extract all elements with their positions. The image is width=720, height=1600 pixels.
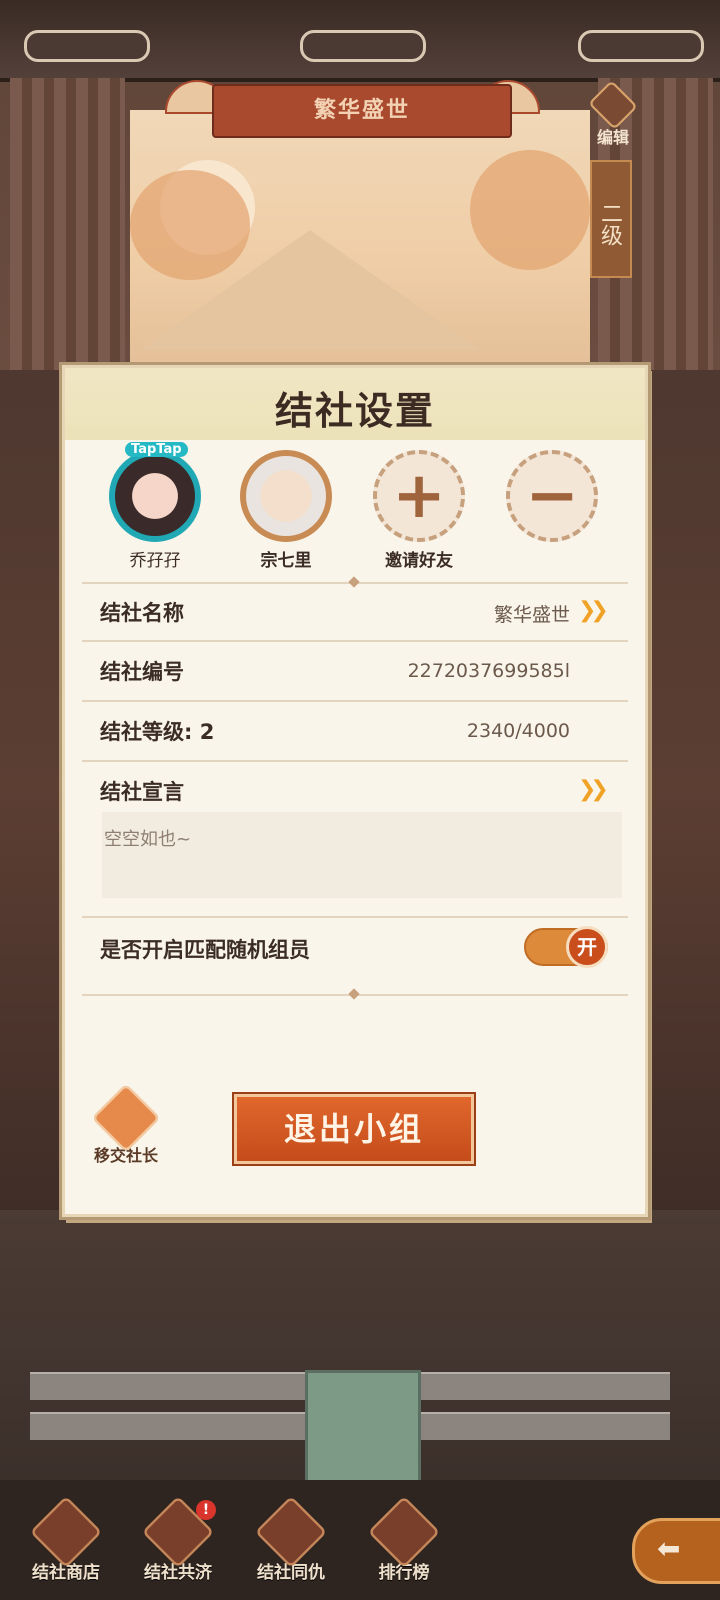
green-mat [305, 1370, 421, 1486]
quit-group-button[interactable]: 退出小组 [234, 1094, 474, 1164]
transfer-leader-button[interactable]: 移交社长 [88, 1083, 164, 1165]
left-pillar [10, 78, 125, 370]
back-button[interactable]: ⬅ [632, 1518, 720, 1584]
plus-icon: + [373, 450, 465, 542]
invite-label: 邀请好友 [385, 551, 453, 571]
invite-friend-button[interactable]: + 邀请好友 [364, 450, 474, 571]
random-match-toggle[interactable]: 开 [524, 926, 608, 968]
member-name: 宗七里 [260, 551, 312, 571]
tree-decoration [130, 170, 250, 280]
nav-ranking[interactable]: 排行榜 [356, 1495, 452, 1590]
level-tag: 二级 [590, 160, 632, 278]
nav-aid[interactable]: ! 结社共济 [130, 1495, 226, 1590]
chevron-right-icon[interactable]: ❯❯ [578, 779, 609, 801]
nav-shop[interactable]: 结社商店 [18, 1495, 114, 1590]
edit-button[interactable]: 编辑 [585, 80, 641, 147]
society-banner: 繁华盛世 [212, 84, 512, 138]
taptap-badge: TapTap [125, 442, 188, 457]
level-progress: 2340/4000 [466, 720, 570, 742]
manifesto-text: 空空如也~ [104, 829, 192, 850]
minus-icon: − [506, 450, 598, 542]
divider [82, 760, 628, 762]
back-arrow-icon: ⬅ [657, 1532, 681, 1565]
nav-battle[interactable]: 结社同仇 [243, 1495, 339, 1590]
tree-decoration [470, 150, 590, 270]
society-name-label: 结社名称 [100, 601, 184, 625]
notification-badge: ! [196, 1500, 216, 1520]
toggle-knob: 开 [566, 926, 608, 968]
dialog-title: 结社设置 [274, 389, 435, 433]
society-id-label: 结社编号 [100, 660, 184, 684]
beam-ornament [578, 30, 704, 62]
divider [82, 640, 628, 642]
beam-ornament [24, 30, 150, 62]
divider [82, 700, 628, 702]
remove-member-button[interactable]: − [497, 450, 607, 542]
chevron-right-icon[interactable]: ❯❯ [578, 600, 609, 622]
beam-ornament [300, 30, 426, 62]
avatar [109, 450, 201, 542]
society-name-value[interactable]: 繁华盛世 [460, 600, 570, 627]
random-match-label: 是否开启匹配随机组员 [100, 938, 310, 962]
manifesto-label: 结社宣言 [100, 780, 184, 804]
member-name: 乔孖孖 [129, 551, 181, 571]
society-level-label: 结社等级: 2 [100, 720, 215, 744]
avatar [240, 450, 332, 542]
member-card[interactable]: 宗七里 [231, 450, 341, 571]
society-id-value: 2272037699585l [407, 660, 570, 682]
edit-icon [588, 80, 638, 130]
member-card[interactable]: TapTap 乔孖孖 [100, 442, 210, 571]
divider [82, 916, 628, 918]
